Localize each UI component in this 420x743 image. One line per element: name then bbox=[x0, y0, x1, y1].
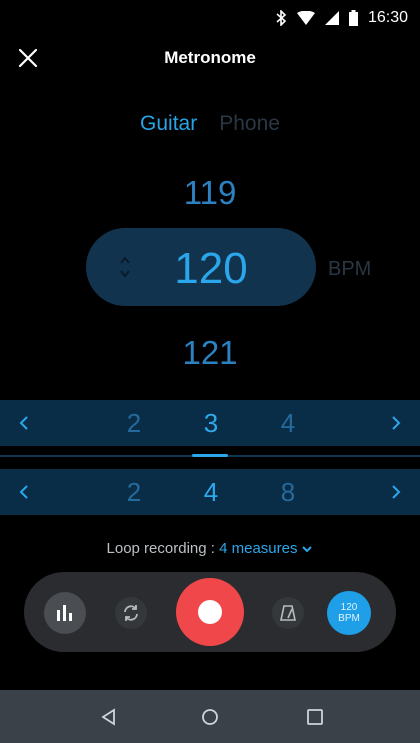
back-icon[interactable] bbox=[98, 706, 120, 728]
beats-selector: 2 3 4 bbox=[0, 400, 420, 446]
status-time: 16:30 bbox=[367, 9, 408, 26]
record-icon bbox=[198, 600, 222, 624]
note-selector: 2 4 8 bbox=[0, 469, 420, 515]
metronome-button[interactable] bbox=[272, 597, 304, 629]
bluetooth-icon bbox=[276, 10, 287, 26]
loop-button[interactable] bbox=[115, 597, 147, 629]
note-option[interactable]: 2 bbox=[114, 477, 154, 508]
bpm-badge-unit: BPM bbox=[338, 613, 360, 624]
bpm-badge-value: 120 bbox=[340, 602, 358, 613]
bpm-previous-value[interactable]: 119 bbox=[0, 174, 420, 212]
chevron-left-icon[interactable] bbox=[18, 483, 30, 501]
tab-phone[interactable]: Phone bbox=[219, 112, 280, 136]
bpm-unit-label: BPM bbox=[328, 258, 372, 280]
beats-option-selected[interactable]: 3 bbox=[191, 408, 231, 439]
wifi-icon bbox=[296, 11, 315, 25]
loop-recording-label: Loop recording : bbox=[106, 540, 220, 557]
stats-button[interactable] bbox=[44, 592, 86, 634]
device-tabs: Guitar Phone bbox=[0, 112, 420, 136]
status-icons: 16:30 bbox=[275, 9, 408, 27]
beats-option[interactable]: 4 bbox=[268, 408, 308, 439]
tab-guitar[interactable]: Guitar bbox=[140, 112, 197, 136]
signal-icon bbox=[324, 11, 339, 25]
selection-indicator bbox=[192, 454, 228, 457]
recent-apps-icon[interactable] bbox=[304, 706, 326, 728]
bpm-badge-button[interactable]: 120 BPM bbox=[327, 591, 371, 635]
loop-recording-row[interactable]: Loop recording : 4 measures bbox=[0, 540, 420, 557]
chevron-left-icon[interactable] bbox=[18, 414, 30, 432]
navigation-bar bbox=[0, 690, 420, 743]
chevron-down-icon[interactable] bbox=[301, 545, 313, 553]
status-bar: 16:30 bbox=[0, 0, 420, 38]
beats-option[interactable]: 2 bbox=[114, 408, 154, 439]
bpm-current-value[interactable]: 120 bbox=[86, 244, 336, 294]
metronome-icon bbox=[280, 605, 296, 621]
home-icon[interactable] bbox=[199, 706, 221, 728]
chevron-right-icon[interactable] bbox=[390, 414, 402, 432]
battery-icon bbox=[348, 10, 358, 26]
bpm-next-value[interactable]: 121 bbox=[0, 334, 420, 372]
chevron-right-icon[interactable] bbox=[390, 483, 402, 501]
note-option-selected[interactable]: 4 bbox=[191, 477, 231, 508]
record-button[interactable] bbox=[176, 578, 244, 646]
note-option[interactable]: 8 bbox=[268, 477, 308, 508]
page-title: Metronome bbox=[164, 48, 256, 67]
loop-recording-value[interactable]: 4 measures bbox=[219, 540, 297, 557]
bar-chart-icon bbox=[57, 605, 72, 621]
loop-icon bbox=[124, 605, 138, 621]
